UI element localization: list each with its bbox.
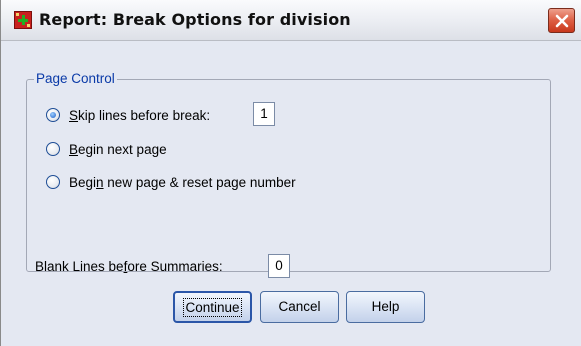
radio-begin-next-page-label: Begin next page (69, 142, 167, 157)
app-icon (14, 11, 32, 29)
help-button[interactable]: Help (346, 291, 425, 323)
skip-lines-input[interactable]: 1 (253, 102, 275, 126)
title-bar[interactable]: Report: Break Options for division (1, 0, 581, 41)
radio-skip-lines-label: Skip lines before break: (69, 108, 211, 123)
window-title: Report: Break Options for division (39, 10, 351, 29)
dialog-window: Report: Break Options for division Page … (0, 0, 581, 346)
page-control-legend: Page Control (34, 71, 117, 86)
radio-button[interactable] (46, 142, 60, 156)
radio-button-selected[interactable] (46, 108, 60, 122)
blank-lines-label: Blank Lines before Summaries: (35, 259, 223, 274)
blank-lines-input[interactable]: 0 (268, 254, 290, 278)
close-icon (555, 14, 569, 28)
dialog-body: Page Control Skip lines before break: 1 … (1, 41, 581, 346)
radio-begin-new-page-reset-label: Begin new page & reset page number (69, 175, 296, 190)
radio-button[interactable] (46, 175, 60, 189)
cancel-button[interactable]: Cancel (260, 291, 339, 323)
continue-button[interactable]: Continue (173, 291, 252, 323)
close-button[interactable] (548, 8, 575, 33)
